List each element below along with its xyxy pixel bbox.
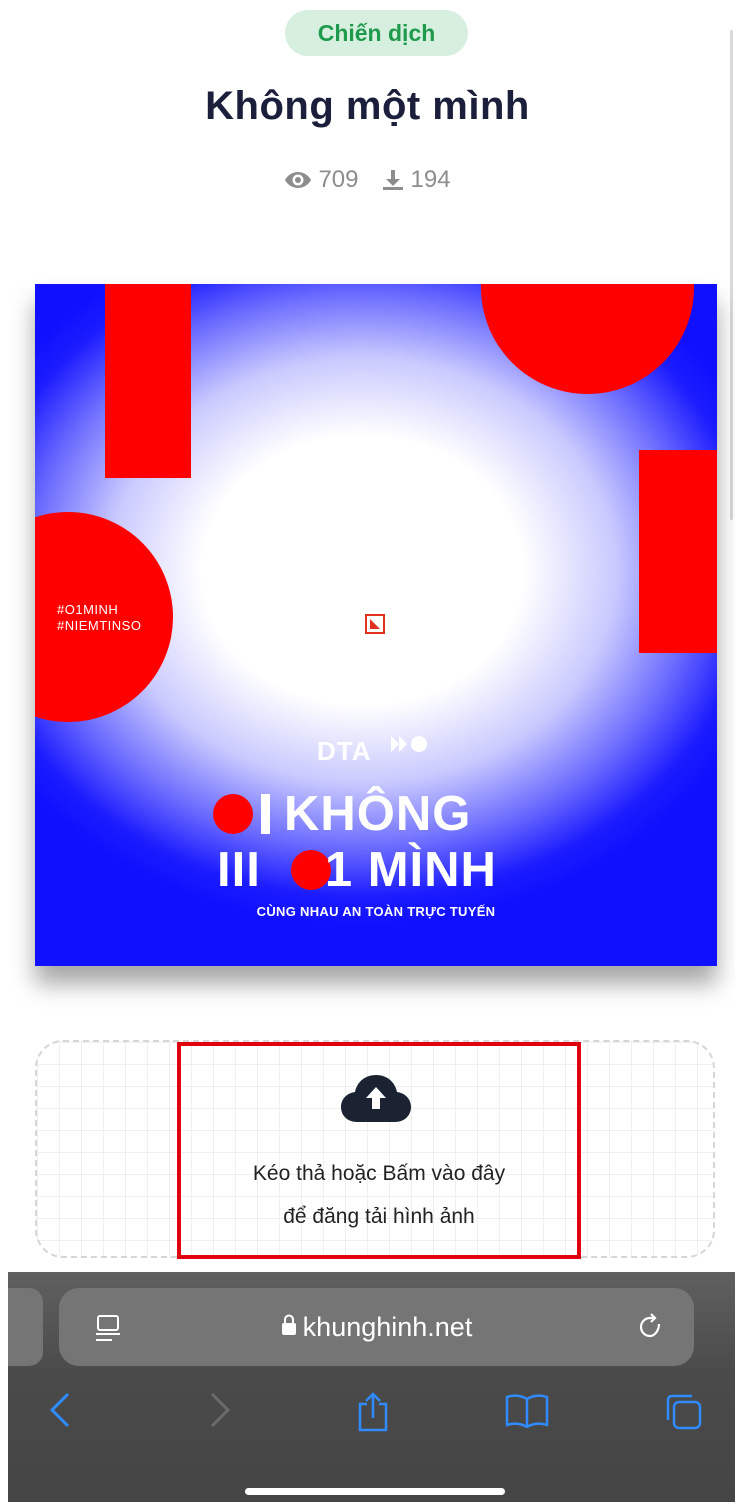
downloads-count: 194 [410, 166, 451, 193]
upload-text-line-1: Kéo thả hoặc Bấm vào đây [252, 1162, 506, 1185]
views-stat: 709 [284, 166, 359, 194]
stats-row: 709 194 [0, 166, 735, 194]
category-badge[interactable]: Chiến dịch [285, 10, 468, 56]
red-dot [213, 794, 253, 834]
reload-icon[interactable] [637, 1312, 665, 1347]
white-bar [261, 794, 270, 834]
eye-icon [284, 170, 312, 190]
address-bar[interactable]: khunghinh.net [59, 1288, 694, 1366]
upload-text-line-2: để đăng tải hình ảnh [283, 1205, 475, 1228]
bookmarks-icon[interactable] [505, 1392, 549, 1433]
dta-logo-icon [389, 734, 433, 759]
tagline: CÙNG NHAU AN TOÀN TRỰC TUYẾN [256, 904, 496, 919]
home-indicator[interactable] [245, 1488, 505, 1495]
upload-instructions[interactable]: Kéo thả hoặc Bấm vào đây để đăng tải hìn… [177, 1152, 581, 1238]
tabs-icon[interactable] [664, 1392, 702, 1435]
frame-preview: #O1MINH #NIEMTINSO DTA KHÔNG III 1 MÌNH … [0, 230, 735, 1030]
red-circle-top-right [481, 284, 694, 394]
share-icon[interactable] [356, 1392, 390, 1437]
red-rectangle-right [639, 450, 717, 653]
headline-mot-minh: 1 MÌNH [324, 843, 497, 897]
image-placeholder-icon [365, 614, 385, 634]
hashtags: #O1MINH #NIEMTINSO [57, 602, 141, 634]
page: Chiến dịch Không một mình 709 194 #O1MIN… [0, 0, 735, 1502]
forward-icon[interactable] [208, 1392, 232, 1433]
back-icon[interactable] [48, 1392, 72, 1433]
lock-icon [281, 1312, 297, 1343]
hashtag-niemtinso: #NIEMTINSO [57, 618, 142, 633]
headline-line-2: III 1 MÌNH [217, 840, 497, 900]
dta-logo-text: DTA [317, 736, 372, 766]
download-icon [381, 168, 405, 192]
hashtag-o1minh: #O1MINH [57, 602, 119, 617]
views-count: 709 [318, 166, 359, 193]
headline-line-1: KHÔNG [213, 784, 471, 844]
frame-image[interactable]: #O1MINH #NIEMTINSO DTA KHÔNG III 1 MÌNH … [35, 284, 717, 966]
headline-bars: III [217, 843, 261, 897]
red-rectangle-top-left [105, 284, 191, 478]
url-text: khunghinh.net [302, 1311, 473, 1342]
previous-tab[interactable] [8, 1288, 43, 1366]
cloud-upload-icon[interactable] [339, 1072, 413, 1124]
downloads-stat: 194 [381, 166, 451, 194]
page-title: Không một mình [205, 84, 530, 128]
headline-khong: KHÔNG [284, 787, 472, 841]
browser-toolbar: khunghinh.net [8, 1272, 735, 1502]
url-display: khunghinh.net [59, 1288, 694, 1366]
